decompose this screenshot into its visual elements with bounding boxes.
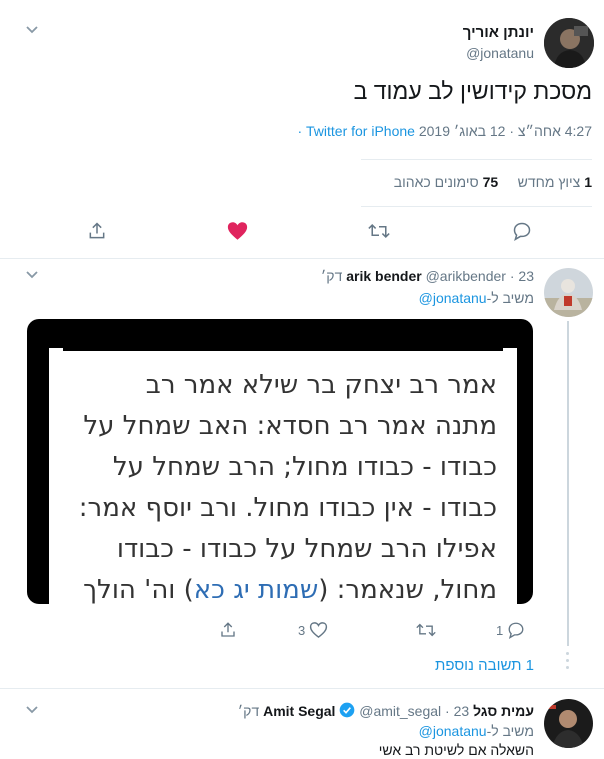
tweet-text: השאלה אם לשיטת רב אשי — [378, 742, 534, 758]
display-name[interactable]: יונתן אוריך — [463, 24, 534, 41]
display-name[interactable]: arik bender — [346, 268, 421, 284]
replying-to: משיב ל-@jonatanu — [418, 290, 534, 306]
section-divider — [0, 258, 604, 259]
handle[interactable]: @jonatanu — [463, 45, 534, 61]
tweet-source[interactable]: · Twitter for iPhone — [297, 123, 415, 139]
avatar[interactable] — [544, 18, 594, 68]
reply-icon[interactable] — [507, 621, 525, 639]
tweet-stats: 1 ציוץ מחדש 75 סימונים כאהוב — [394, 174, 592, 190]
share-icon[interactable] — [87, 221, 107, 241]
tweet-text: מסכת קידושין לב עמוד ב — [353, 78, 592, 104]
reply-count: 1 — [496, 622, 504, 638]
reply-header: עמית סגל Amit Segal @amit_segal · 23 דק׳ — [237, 702, 534, 719]
reply-action[interactable]: 1 — [496, 621, 525, 639]
divider — [361, 206, 592, 207]
like-count: 3 — [298, 622, 306, 638]
section-divider — [0, 688, 604, 689]
heart-icon[interactable] — [309, 621, 328, 639]
chevron-down-icon[interactable] — [25, 25, 39, 35]
like-action[interactable]: 3 — [298, 621, 328, 639]
replying-to: משיב ל-@jonatanu — [418, 723, 534, 739]
likes-stat[interactable]: 75 סימונים כאהוב — [394, 174, 498, 190]
mention-link[interactable]: @jonatanu — [419, 290, 487, 306]
tweet-meta: 4:27 אחה״צ · 12 באוג׳ 2019 · Twitter for… — [297, 123, 592, 139]
handle[interactable]: @amit_segal — [359, 703, 441, 719]
divider — [361, 159, 592, 160]
share-icon[interactable] — [219, 621, 237, 639]
avatar[interactable] — [544, 268, 593, 317]
thread-dots — [566, 652, 570, 673]
retweets-stat[interactable]: 1 ציוץ מחדש — [518, 174, 592, 190]
handle[interactable]: @arikbender — [426, 268, 506, 284]
tweet-image[interactable]: אמר רב יצחק בר שילא אמר רב מתנה אמר רב ח… — [27, 319, 533, 604]
reply-icon[interactable] — [512, 221, 532, 241]
author-block[interactable]: יונתן אוריך @jonatanu — [463, 24, 534, 61]
chevron-down-icon[interactable] — [25, 705, 39, 715]
reply-header: arik bender @arikbender · 23 דק׳ — [320, 268, 534, 284]
tweet-time[interactable]: 4:27 אחה״צ · 12 באוג׳ 2019 — [419, 123, 592, 139]
thread-line — [567, 321, 569, 646]
chevron-down-icon[interactable] — [25, 270, 39, 280]
image-text: אמר רב יצחק בר שילא אמר רב מתנה אמר רב ח… — [78, 370, 497, 604]
mention-link[interactable]: @jonatanu — [419, 723, 487, 739]
retweet-icon[interactable] — [368, 221, 390, 241]
avatar[interactable] — [544, 699, 593, 748]
more-replies-link[interactable]: 1 תשובה נוספת — [435, 657, 534, 674]
retweet-icon[interactable] — [416, 621, 436, 639]
main-tweet: יונתן אוריך @jonatanu מסכת קידושין לב עמ… — [0, 0, 604, 258]
verified-icon — [340, 702, 355, 718]
heart-icon[interactable] — [227, 221, 248, 241]
